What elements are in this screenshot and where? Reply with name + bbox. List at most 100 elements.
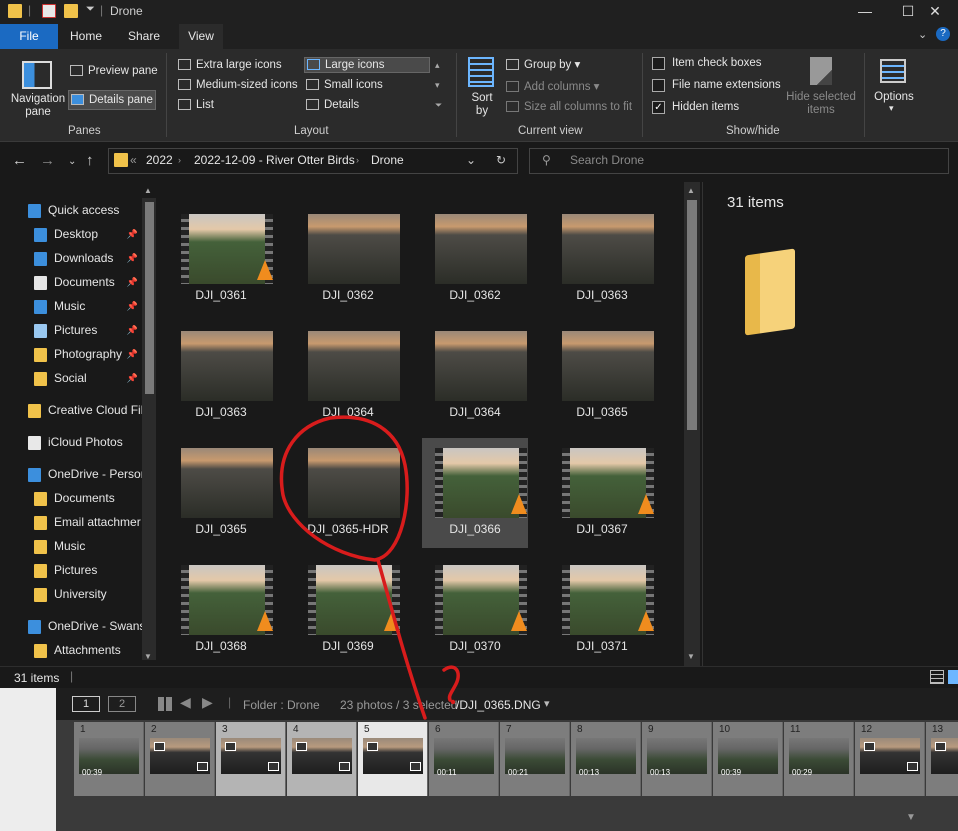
tab-home[interactable]: Home <box>62 24 110 49</box>
options-button[interactable]: Options <box>872 91 916 103</box>
nav-item-university[interactable]: University <box>0 583 142 605</box>
breadcrumb-drone[interactable]: Drone <box>371 153 404 167</box>
file-tile[interactable]: DJI_0371 <box>549 555 655 665</box>
back-icon[interactable]: ← <box>12 152 27 169</box>
medium-icons-option[interactable]: Medium-sized icons <box>178 79 298 91</box>
file-view-scrollbar-thumb[interactable] <box>687 200 697 430</box>
file-tile[interactable]: DJI_0365 <box>549 321 655 431</box>
file-tile[interactable]: DJI_0362 <box>422 204 528 314</box>
file-tile[interactable]: DJI_0368 <box>168 555 274 665</box>
scroll-down-icon[interactable]: ▼ <box>144 652 152 661</box>
filmstrip-source[interactable]: Folder : Drone <box>243 698 320 712</box>
extra-large-icons-option[interactable]: Extra large icons <box>178 59 282 71</box>
file-tile[interactable]: DJI_0367 <box>549 438 655 548</box>
layout-scroll-icon[interactable]: ▴ ▾ ⏷ <box>435 55 442 115</box>
list-option[interactable]: List <box>178 99 214 111</box>
scroll-down-icon[interactable]: ▼ <box>687 652 695 661</box>
refresh-icon[interactable]: ↻ <box>496 153 506 167</box>
navigation-pane-icon[interactable] <box>22 61 52 89</box>
address-dropdown-icon[interactable]: ⌄ <box>466 153 476 167</box>
file-tile[interactable]: DJI_0370 <box>422 555 528 665</box>
large-icons-view-icon[interactable] <box>948 670 958 684</box>
nav-item-desktop[interactable]: Desktop 📌 <box>0 223 142 245</box>
nav-item-documents[interactable]: Documents 📌 <box>0 271 142 293</box>
navigation-pane-button[interactable]: Navigation pane <box>8 93 68 119</box>
nav-item-downloads[interactable]: Downloads 📌 <box>0 247 142 269</box>
previous-icon[interactable]: ◀ <box>180 694 191 711</box>
nav-item-music[interactable]: Music <box>0 535 142 557</box>
second-window-button[interactable]: 2 <box>108 696 136 712</box>
filmstrip-cell[interactable]: 6 00:11 <box>429 722 499 796</box>
properties-icon[interactable] <box>42 4 56 18</box>
file-tile[interactable]: DJI_0363 <box>549 204 655 314</box>
filmstrip-dropdown-icon[interactable]: ▾ <box>544 697 550 710</box>
file-tile[interactable]: DJI_0363 <box>168 321 274 431</box>
pin-icon[interactable]: 📌 <box>127 247 138 269</box>
filmstrip-cell[interactable]: 9 00:13 <box>642 722 712 796</box>
filmstrip-cell[interactable]: 12 <box>855 722 925 796</box>
filmstrip-cell[interactable]: 11 00:29 <box>784 722 854 796</box>
file-tile[interactable]: DJI_0365-HDR <box>295 438 401 548</box>
filmstrip-cell[interactable]: 1 00:39 <box>74 722 144 796</box>
nav-item-email-attachmer[interactable]: Email attachmer <box>0 511 142 533</box>
nav-item-creative-cloud-fil[interactable]: Creative Cloud Fil <box>0 399 142 421</box>
tab-share[interactable]: Share <box>120 24 168 49</box>
filmstrip-cell[interactable]: 5 <box>358 722 428 796</box>
preview-pane-button[interactable]: Preview pane <box>70 65 158 77</box>
nav-item-onedrive-swans[interactable]: OneDrive - Swans <box>0 615 142 637</box>
customize-quick-access-icon[interactable]: ⏷ <box>86 3 95 16</box>
nav-item-quick-access[interactable]: Quick access <box>0 199 142 221</box>
forward-icon[interactable]: → <box>40 152 55 169</box>
breadcrumb-river-otter-birds[interactable]: 2022-12-09 - River Otter Birds <box>194 153 355 167</box>
pin-icon[interactable]: 📌 <box>127 295 138 317</box>
file-name-extensions-checkbox[interactable] <box>652 79 665 92</box>
help-icon[interactable]: ? <box>936 27 950 41</box>
breadcrumb-2022[interactable]: 2022 <box>146 153 173 167</box>
file-tile[interactable]: DJI_0362 <box>295 204 401 314</box>
hidden-items-checkbox[interactable]: ✓ <box>652 101 665 114</box>
nav-item-music[interactable]: Music 📌 <box>0 295 142 317</box>
details-view-icon[interactable] <box>930 670 944 684</box>
filmstrip-cell[interactable]: 7 00:21 <box>500 722 570 796</box>
file-tile[interactable]: DJI_0369 <box>295 555 401 665</box>
tab-file[interactable]: File <box>0 24 58 49</box>
main-window-button[interactable]: 1 <box>72 696 100 712</box>
item-check-boxes-checkbox[interactable] <box>652 57 665 70</box>
sort-by-icon[interactable] <box>468 57 494 87</box>
filmstrip-cell[interactable]: 4 <box>287 722 357 796</box>
collapse-ribbon-icon[interactable]: ⌄ <box>918 28 927 41</box>
nav-item-icloud-photos[interactable]: iCloud Photos <box>0 431 142 453</box>
large-icons-option[interactable]: Large icons <box>304 57 430 73</box>
up-icon[interactable]: ↑ <box>86 152 94 169</box>
nav-item-attachments[interactable]: Attachments <box>0 639 142 661</box>
details-option[interactable]: Details <box>306 99 359 111</box>
details-pane-button[interactable]: Details pane <box>68 90 156 110</box>
nav-item-pictures[interactable]: Pictures 📌 <box>0 319 142 341</box>
group-by-button[interactable]: Group by ▾ <box>506 57 580 71</box>
filmstrip-cell[interactable]: 8 00:13 <box>571 722 641 796</box>
filmstrip-cell[interactable]: 10 00:39 <box>713 722 783 796</box>
grid-view-icon[interactable] <box>158 697 172 711</box>
pin-icon[interactable]: 📌 <box>127 223 138 245</box>
pin-icon[interactable]: 📌 <box>127 367 138 389</box>
pin-icon[interactable]: 📌 <box>127 271 138 293</box>
nav-item-onedrive-persor[interactable]: OneDrive - Persor <box>0 463 142 485</box>
recent-locations-icon[interactable]: ⌄ <box>68 156 76 167</box>
pin-icon[interactable]: 📌 <box>127 343 138 365</box>
file-tile[interactable]: DJI_0366 <box>422 438 528 548</box>
file-tile[interactable]: DJI_0364 <box>422 321 528 431</box>
minimize-button[interactable]: — <box>842 0 888 24</box>
file-tile[interactable]: DJI_0365 <box>168 438 274 548</box>
filmstrip-cell[interactable]: 3 <box>216 722 286 796</box>
new-folder-icon[interactable] <box>64 4 78 18</box>
small-icons-option[interactable]: Small icons <box>306 79 383 91</box>
sort-by-button[interactable]: Sort by <box>468 92 496 118</box>
nav-item-social[interactable]: Social 📌 <box>0 367 142 389</box>
filmstrip-cell[interactable]: 13 <box>926 722 958 796</box>
scroll-up-icon[interactable]: ▲ <box>687 186 695 195</box>
file-tile[interactable]: DJI_0364 <box>295 321 401 431</box>
breadcrumb-overflow[interactable]: « <box>130 153 137 167</box>
tab-view[interactable]: View <box>179 24 223 49</box>
scroll-up-icon[interactable]: ▲ <box>144 186 152 195</box>
pin-icon[interactable]: 📌 <box>127 319 138 341</box>
